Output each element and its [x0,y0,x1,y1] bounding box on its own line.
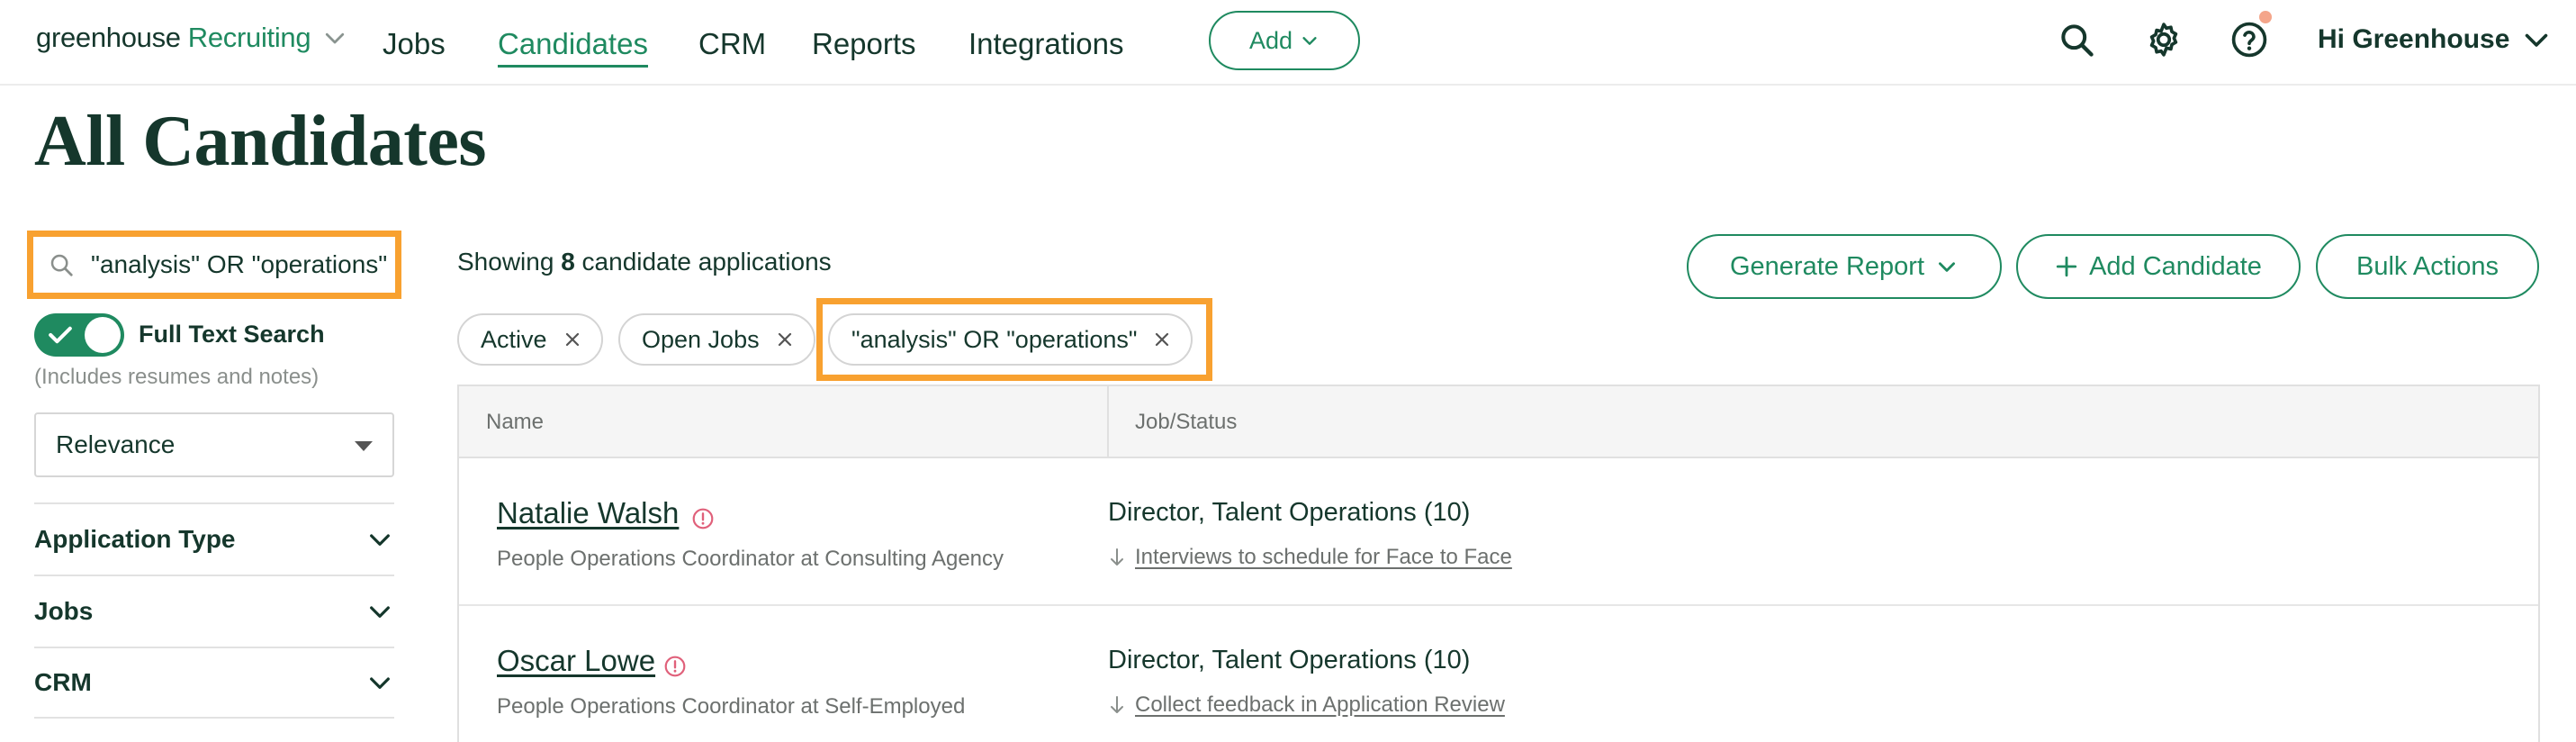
arrow-down-icon [1111,548,1123,566]
toggle-knob [85,317,121,353]
candidates-table: Name Job/Status Natalie Walsh People Ope… [457,385,2540,742]
chevron-down-icon [370,677,390,689]
filter-section-crm[interactable]: CRM [34,647,394,719]
chevron-down-icon [2526,33,2548,47]
filter-section-label: Application Type [34,525,236,553]
search-input[interactable] [91,250,388,279]
filter-chip-label: Open Jobs [642,325,760,353]
job-title: Director, Talent Operations (10) [1108,646,1471,674]
search-icon[interactable] [2055,18,2098,61]
search-highlight [27,231,401,299]
application-status-link[interactable]: Interviews to schedule for Face to Face [1135,545,1512,570]
add-candidate-button[interactable]: Add Candidate [2016,234,2301,299]
results-count-number: 8 [561,248,575,276]
job-title: Director, Talent Operations (10) [1108,498,1471,527]
arrow-down-icon [1111,696,1123,713]
user-greeting: Hi Greenhouse [2318,24,2510,54]
full-text-search-toggle[interactable] [34,313,124,357]
search-icon [50,254,73,276]
search-box[interactable] [41,242,388,287]
column-divider [1107,386,1109,458]
candidate-name-link[interactable]: Natalie Walsh [497,496,679,530]
generate-report-button[interactable]: Generate Report [1687,234,2002,299]
bulk-actions-button[interactable]: Bulk Actions [2316,234,2539,299]
add-button-label: Add [1248,26,1293,54]
add-button[interactable]: Add [1209,11,1360,70]
filter-chip-open-jobs[interactable]: Open Jobs [618,313,815,366]
search-chip-highlight [816,298,1212,381]
close-icon[interactable] [776,330,794,348]
column-header-name[interactable]: Name [486,410,544,435]
nav-link-integrations[interactable]: Integrations [968,27,1123,61]
table-row[interactable]: Oscar Lowe People Operations Coordinator… [459,606,2538,742]
user-menu[interactable]: Hi Greenhouse [2318,23,2553,56]
filter-section-label: Jobs [34,597,94,625]
chevron-down-icon [370,534,390,546]
top-nav: greenhouse Recruiting Jobs Candidates CR… [0,0,2576,86]
filter-chip-label: Active [481,325,547,353]
gear-icon[interactable] [2142,18,2185,61]
chevron-down-icon [1302,37,1317,45]
sort-select[interactable]: Relevance [34,412,394,477]
sort-select-value: Relevance [56,430,176,458]
filter-section-label: CRM [34,668,92,696]
chevron-down-icon[interactable] [321,24,348,51]
results-count-prefix: Showing [457,248,554,276]
candidate-subtitle: People Operations Coordinator at Self-Em… [497,694,966,719]
caret-down-icon [355,441,373,451]
alert-icon [664,656,686,677]
full-text-search-note: (Includes resumes and notes) [34,365,320,389]
chevron-down-icon [1939,262,1955,272]
application-status[interactable]: Interviews to schedule for Face to Face [1108,545,1512,570]
table-row[interactable]: Natalie Walsh People Operations Coordina… [459,458,2538,606]
nav-link-crm[interactable]: CRM [698,27,766,61]
bulk-actions-label: Bulk Actions [2356,251,2499,281]
nav-link-candidates[interactable]: Candidates [498,27,648,68]
plus-icon [2056,256,2077,277]
application-status-link[interactable]: Collect feedback in Application Review [1135,692,1505,718]
results-count: Showing 8 candidate applications [457,248,832,276]
add-candidate-label: Add Candidate [2089,251,2262,281]
application-status[interactable]: Collect feedback in Application Review [1108,692,1505,718]
nav-link-reports[interactable]: Reports [812,27,916,61]
brand-logo[interactable]: greenhouse Recruiting [36,22,348,54]
chevron-down-icon [370,606,390,618]
candidate-subtitle: People Operations Coordinator at Consult… [497,547,1004,571]
filter-chip-active[interactable]: Active [457,313,603,366]
alert-icon [692,508,714,529]
generate-report-label: Generate Report [1729,251,1924,281]
column-header-job-status[interactable]: Job/Status [1135,410,1237,435]
notification-dot [2259,11,2272,23]
close-icon[interactable] [563,330,581,348]
brand-name: greenhouse [36,22,181,53]
full-text-search-label: Full Text Search [139,321,325,348]
help-icon[interactable] [2228,18,2271,61]
filter-section-application-type[interactable]: Application Type [34,502,394,575]
results-count-suffix: candidate applications [581,248,832,276]
brand-product: Recruiting [187,22,311,53]
candidate-name-link[interactable]: Oscar Lowe [497,644,655,678]
nav-link-jobs[interactable]: Jobs [383,27,446,61]
table-header: Name Job/Status [459,386,2538,458]
filter-section-jobs[interactable]: Jobs [34,575,394,647]
check-icon [49,326,72,344]
page-title: All Candidates [34,102,486,181]
